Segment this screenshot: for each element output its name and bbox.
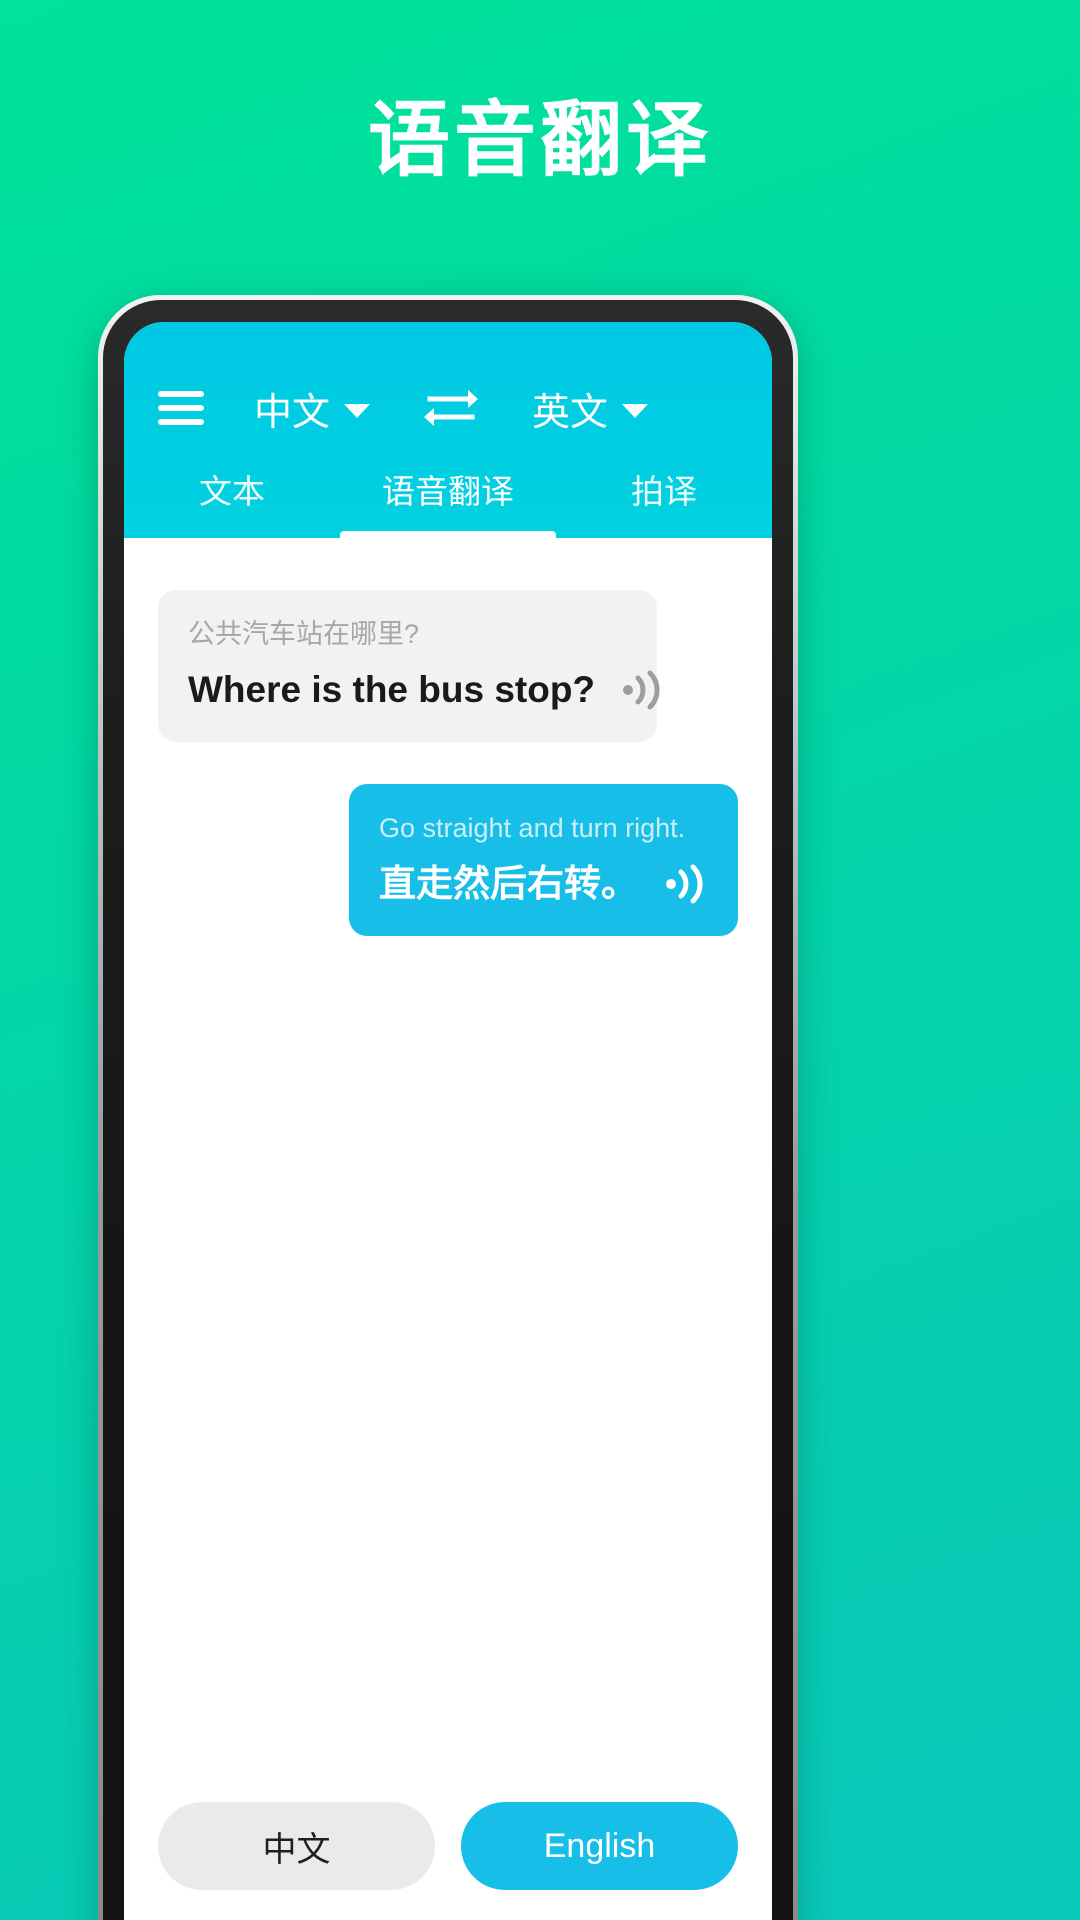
- message-translated-text: 直走然后右转。: [379, 862, 638, 904]
- record-chinese-button[interactable]: 中文: [158, 1802, 435, 1890]
- chevron-down-icon: [344, 404, 370, 418]
- message-source-text: Go straight and turn right.: [379, 813, 686, 844]
- phone-mockup: 中文 英文 文本 语音翻译 拍译 公共汽车站在哪里? Where is the …: [98, 295, 798, 1920]
- source-language-label: 中文: [253, 391, 330, 434]
- message-translation-row: Where is the bus stop?: [188, 668, 660, 712]
- record-english-button[interactable]: English: [461, 1802, 738, 1890]
- swap-arrows-icon[interactable]: [420, 387, 482, 429]
- message-source-text: 公共汽车站在哪里?: [188, 619, 420, 649]
- source-language-selector[interactable]: 中文: [204, 381, 420, 436]
- message-row: 公共汽车站在哪里? Where is the bus stop?: [158, 590, 738, 743]
- message-bubble-incoming[interactable]: 公共汽车站在哪里? Where is the bus stop?: [158, 590, 660, 743]
- target-language-label: 英文: [531, 391, 608, 434]
- tab-bar: 文本 语音翻译 拍译: [124, 446, 772, 538]
- hamburger-menu-icon[interactable]: [158, 391, 204, 425]
- sound-wave-icon[interactable]: [664, 864, 708, 904]
- app-header: 中文 英文 文本 语音翻译 拍译: [124, 322, 772, 538]
- message-bubble-outgoing[interactable]: Go straight and turn right. 直走然后右转。: [349, 784, 738, 937]
- chevron-down-icon: [622, 404, 648, 418]
- conversation-list: 公共汽车站在哪里? Where is the bus stop? Go stra…: [124, 538, 772, 1802]
- message-row: Go straight and turn right. 直走然后右转。: [158, 784, 738, 937]
- tab-voice-translate[interactable]: 语音翻译: [340, 446, 556, 538]
- message-translation-row: 直走然后右转。: [379, 862, 708, 906]
- tab-photo-translate-label: 拍译: [631, 473, 697, 510]
- tab-photo-translate[interactable]: 拍译: [556, 446, 772, 538]
- message-translated-text: Where is the bus stop?: [188, 668, 596, 710]
- tab-text[interactable]: 文本: [124, 446, 340, 538]
- tab-text-label: 文本: [199, 473, 265, 510]
- sound-wave-icon[interactable]: [621, 670, 665, 710]
- language-selector-row: 中文 英文: [124, 370, 772, 446]
- target-language-selector[interactable]: 英文: [482, 381, 698, 436]
- tab-voice-translate-label: 语音翻译: [382, 473, 514, 510]
- phone-bezel: 中文 英文 文本 语音翻译 拍译 公共汽车站在哪里? Where is the …: [103, 300, 793, 1920]
- bottom-action-bar: 中文 English: [124, 1802, 772, 1920]
- phone-screen: 中文 英文 文本 语音翻译 拍译 公共汽车站在哪里? Where is the …: [124, 322, 772, 1920]
- page-title: 语音翻译: [367, 95, 712, 186]
